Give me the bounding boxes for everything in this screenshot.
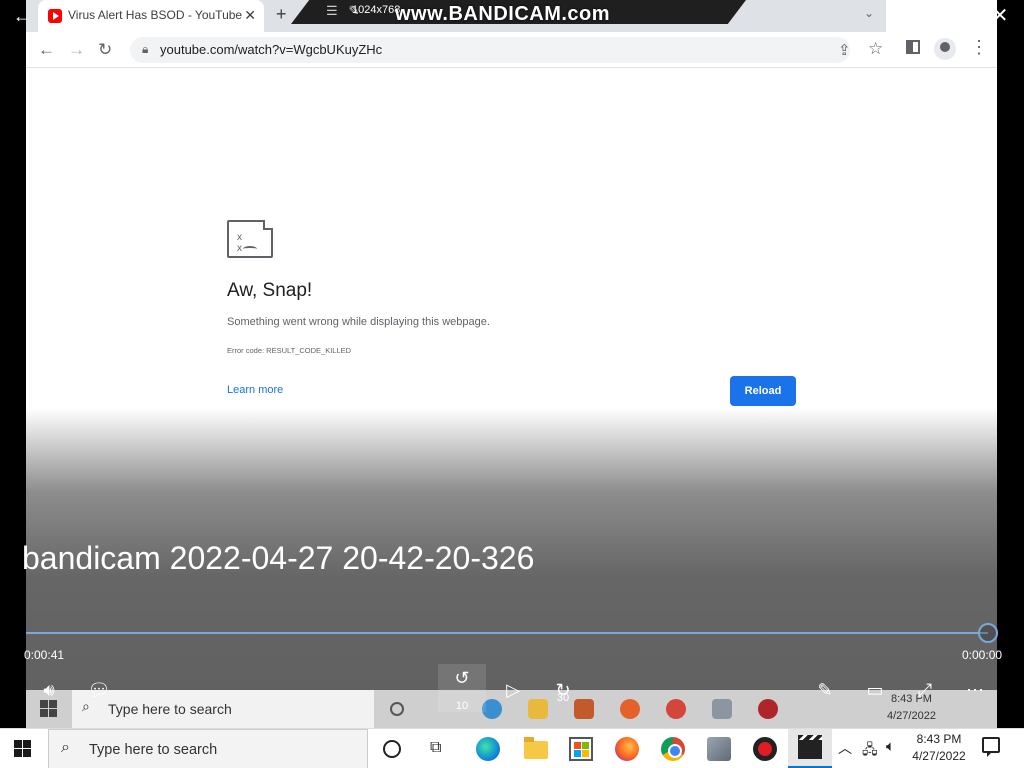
windows-taskbar: ⌕ Type here to search ⧉ ︿ 🖧︎ 🔈︎ 8:43 PM … bbox=[0, 728, 1024, 768]
recorded-bandicam-icon bbox=[758, 699, 778, 719]
more-options-icon[interactable]: ⋯ bbox=[960, 676, 990, 704]
player-back-arrow-icon[interactable]: ← bbox=[8, 4, 36, 28]
network-icon[interactable]: 🖧︎ bbox=[862, 739, 878, 763]
volume-icon[interactable]: 🔊︎ bbox=[34, 676, 64, 704]
bookmark-star-icon[interactable]: ☆ bbox=[868, 39, 883, 59]
rewind-button[interactable]: ↺ 10 bbox=[438, 664, 486, 712]
close-button[interactable]: ✕ bbox=[984, 4, 1016, 28]
forward-seconds: 30 bbox=[556, 692, 570, 704]
rewind-seconds: 10 bbox=[455, 700, 469, 712]
app-icon[interactable] bbox=[707, 737, 731, 761]
back-button[interactable]: ← bbox=[38, 40, 55, 60]
menu-kebab-icon[interactable]: ⋮ bbox=[970, 38, 988, 56]
recorded-chrome-icon bbox=[666, 699, 686, 719]
clapperboard-icon bbox=[798, 735, 822, 759]
recorded-explorer-icon bbox=[528, 699, 548, 719]
speaker-icon[interactable]: 🔈︎ bbox=[886, 738, 895, 755]
recorded-app-icon bbox=[712, 699, 732, 719]
forward-button[interactable]: → bbox=[68, 40, 85, 60]
task-view-icon[interactable]: ⧉ bbox=[430, 739, 454, 763]
video-player-taskbar-button[interactable] bbox=[788, 729, 832, 768]
error-message: Something went wrong while displaying th… bbox=[227, 316, 490, 328]
microsoft-store-icon[interactable] bbox=[569, 737, 593, 761]
windows-start-icon[interactable] bbox=[14, 740, 32, 758]
profile-avatar-icon[interactable] bbox=[934, 38, 956, 60]
notification-center-icon[interactable] bbox=[982, 737, 1000, 757]
edge-icon[interactable] bbox=[476, 737, 500, 761]
share-icon[interactable]: ⇪ bbox=[838, 41, 851, 59]
error-title: Aw, Snap! bbox=[227, 280, 313, 301]
url-text[interactable]: youtube.com/watch?v=WgcbUKuyZHc bbox=[160, 42, 382, 57]
cortana-icon[interactable] bbox=[383, 740, 401, 758]
captions-icon[interactable]: 💬︎ bbox=[84, 676, 114, 704]
screen: Virus Alert Has BSOD - YouTube ✕ + ☰ ✎ ⌄… bbox=[0, 0, 1024, 768]
reload-icon[interactable]: ↻ bbox=[98, 40, 112, 60]
sad-tab-icon: x x bbox=[227, 220, 273, 258]
seek-bar[interactable] bbox=[26, 632, 988, 634]
recorded-search-box: ⌕ Type here to search bbox=[72, 690, 374, 728]
clock-date[interactable]: 4/27/2022 bbox=[908, 749, 970, 763]
firefox-icon[interactable] bbox=[615, 737, 639, 761]
fullscreen-expand-icon[interactable]: ⤢ bbox=[910, 676, 940, 704]
cast-icon[interactable]: ▭ bbox=[860, 676, 890, 704]
error-code: Error code: RESULT_CODE_KILLED bbox=[227, 346, 352, 355]
chrome-icon[interactable] bbox=[661, 737, 685, 761]
recorded-search-placeholder: Type here to search bbox=[108, 701, 232, 717]
time-remaining: 0:00:00 bbox=[962, 648, 1003, 662]
learn-more-link[interactable]: Learn more bbox=[227, 384, 283, 396]
video-title: bandicam 2022-04-27 20-42-20-326 bbox=[22, 540, 535, 576]
bandicam-watermark: www.BANDICAM.com bbox=[395, 3, 611, 25]
toolbar: ← → ↻ 🔒︎ youtube.com/watch?v=WgcbUKuyZHc… bbox=[26, 32, 997, 68]
bandicam-resolution: 1024x768 bbox=[352, 4, 401, 16]
play-icon[interactable]: ▷ bbox=[498, 676, 528, 704]
recorded-clock-date: 4/27/2022 bbox=[887, 710, 936, 722]
bandicam-record-icon[interactable] bbox=[753, 737, 777, 761]
recorded-firefox-icon bbox=[620, 699, 640, 719]
lock-icon[interactable]: 🔒︎ bbox=[142, 42, 148, 57]
side-panel-icon[interactable] bbox=[906, 40, 920, 54]
show-hidden-icons-chevron-icon[interactable]: ︿ bbox=[838, 738, 852, 758]
reload-button[interactable]: Reload bbox=[730, 376, 796, 406]
search-icon: ⌕ bbox=[61, 739, 70, 756]
pen-edit-icon[interactable]: ✎ bbox=[810, 676, 840, 704]
time-elapsed: 0:00:41 bbox=[24, 648, 65, 662]
clock-time[interactable]: 8:43 PM bbox=[912, 732, 966, 746]
minimize-button[interactable]: — bbox=[890, 4, 922, 28]
skip-forward-button[interactable]: ↻ 30 bbox=[548, 676, 578, 704]
taskbar-search-input[interactable]: ⌕ Type here to search bbox=[48, 729, 368, 768]
maximize-button[interactable]: ❐ bbox=[936, 4, 968, 28]
address-bar[interactable]: 🔒︎ youtube.com/watch?v=WgcbUKuyZHc bbox=[130, 37, 850, 63]
seek-knob[interactable] bbox=[978, 623, 998, 643]
file-explorer-icon[interactable] bbox=[524, 737, 548, 759]
recorded-cortana-icon bbox=[390, 702, 404, 716]
search-placeholder: Type here to search bbox=[89, 742, 218, 758]
